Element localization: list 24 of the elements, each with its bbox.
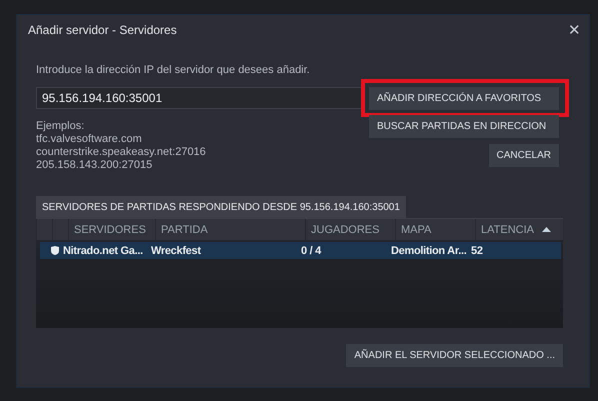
example-text: counterstrike.speakeasy.net:27016 [36,146,207,159]
column-header[interactable]: JUGADORES [311,224,380,236]
tab[interactable]: SERVIDORES DE PARTIDAS RESPONDIENDO DESDE 95.156.194.160:35001 [36,196,406,218]
cancel-button[interactable]: CANCELAR [488,144,559,167]
table-cell: Demolition Ar... [391,244,466,256]
column-header[interactable]: PARTIDA [161,224,208,236]
action-button[interactable]: BUSCAR PARTIDAS EN DIRECCION [369,115,559,138]
address-field[interactable]: 95.156.194.160:35001 [36,87,364,109]
add-selected-button[interactable]: AÑADIR EL SERVIDOR SELECCIONADO ... [346,344,563,367]
example-text: tfc.valvesoftware.com [36,133,143,146]
table-cell: 52 [471,244,483,256]
table-cell: Wreckfest [151,244,201,256]
close-button[interactable]: ✕ [562,21,587,39]
column-header[interactable]: SERVIDORES [74,224,146,236]
window-title: Añadir servidor - Servidores [28,23,177,37]
example-text: Ejemplos: [36,120,86,133]
column-header[interactable]: MAPA [401,224,432,236]
server-row[interactable]: Nitrado.net Ga... Wreckfest 0 / 4 Demolition Ar... 52 [40,242,561,259]
column-header[interactable]: LATENCIA [481,224,534,236]
example-text: 205.158.143.200:27015 [36,159,154,172]
table-cell: 0 / 4 [301,244,321,256]
table-cell: Nitrado.net Ga... [63,244,143,256]
action-button[interactable]: AÑADIR DIRECCIÓN A FAVORITOS [369,87,559,110]
instruction-text: Introduce la dirección IP del servidor que desees añadir. [36,64,311,76]
